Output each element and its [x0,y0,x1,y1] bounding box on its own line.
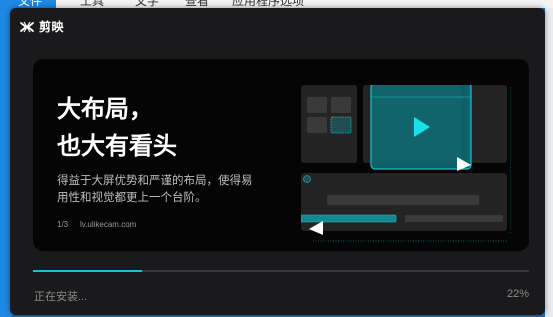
promo-description: 得益于大屏优势和严谨的布局，使得易用性和视觉都更上一个台阶。 [57,175,253,204]
installer-window: 剪映 大布局， 也大有看头 得益于大屏优势和严谨的布局，使得易用性和视觉都更上一… [10,8,545,315]
brand-name: 剪映 [39,20,65,34]
promo-banner: 大布局， 也大有看头 得益于大屏优势和严谨的布局，使得易用性和视觉都更上一个台阶… [33,59,529,251]
background-menu-item: 应用程序选项 [232,0,305,8]
promo-title-line1: 大布局， [57,96,153,123]
layout-illustration [301,85,511,242]
promo-title-line2: 也大有看头 [57,133,177,160]
install-status-text: 正在安装... [34,291,88,303]
capcut-logo-icon [20,21,34,32]
background-app-menubar: 文件 工具 文字 查看 应用程序选项 [0,0,553,8]
background-menu-item: 查看 [185,0,210,8]
illustration-thumbnail [307,97,327,113]
illustration-thumbnail-selected [330,116,352,134]
install-progress-bar [33,270,529,272]
install-progress-fill [33,270,143,272]
background-app-scroll-area [545,8,553,317]
illustration-track [327,195,479,205]
illustration-properties-panel [467,85,507,163]
illustration-clip-selected [301,214,397,223]
promo-page-indicator: 1/3 [57,220,69,229]
background-menu-item: 工具 [80,0,105,8]
promo-url: lv.ulikecam.com [80,220,137,229]
brand: 剪映 [20,18,64,35]
background-menu-item: 文字 [135,0,160,8]
install-percent-text: 22% [506,288,529,300]
illustration-thumbnail [307,117,327,133]
illustration-thumbnail [331,97,351,113]
illustration-clip [405,215,503,222]
illustration-timeline-dot [303,175,311,183]
background-menu-item: 文件 [18,0,43,8]
